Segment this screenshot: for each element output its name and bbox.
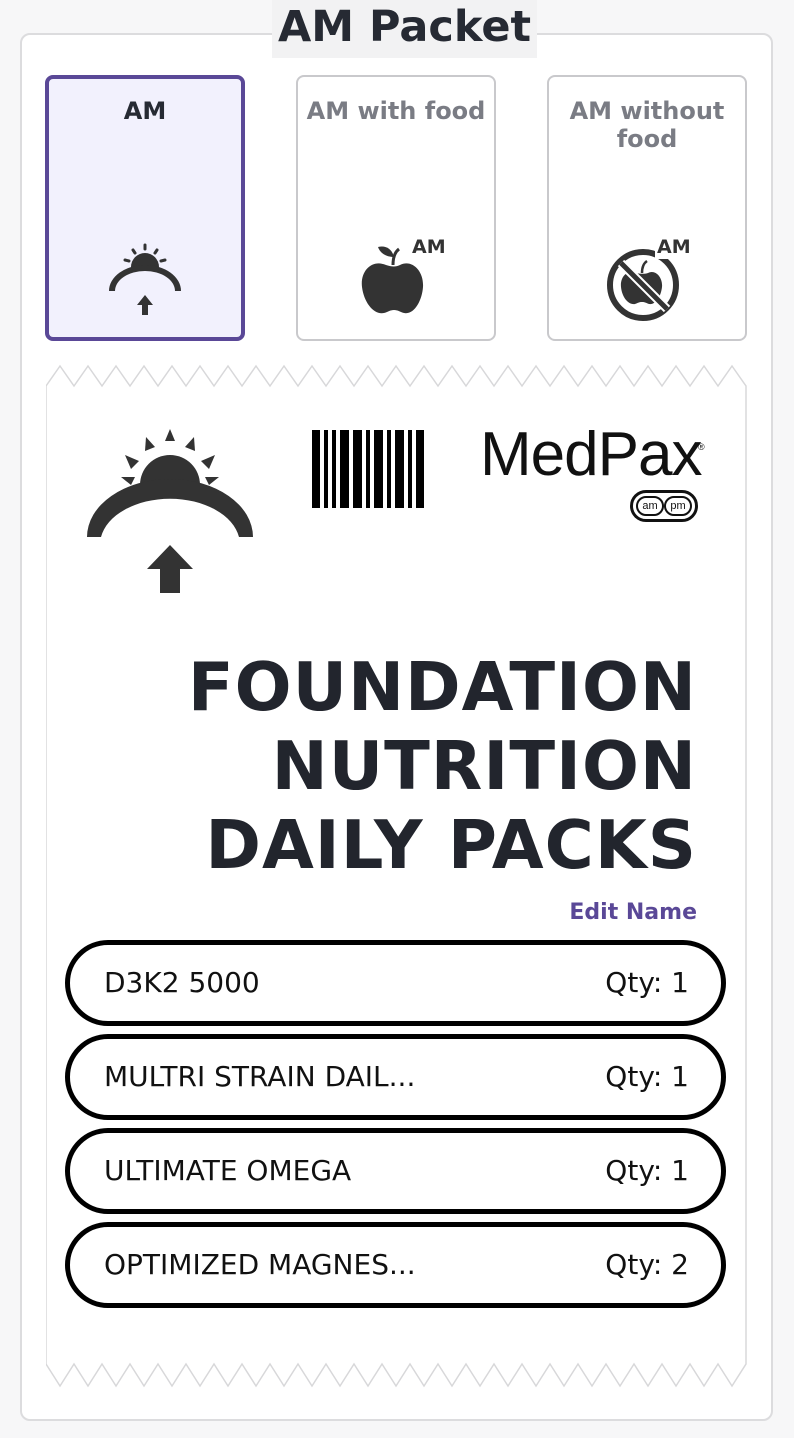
apple-am-icon: AM <box>361 236 446 314</box>
option-am-with-food[interactable]: AM with food AM <box>296 75 496 341</box>
no-apple-am-icon: AM <box>607 235 693 321</box>
supplement-qty: Qty: 1 <box>605 1154 689 1187</box>
medpax-logo: MedPax ® am pm <box>480 418 710 528</box>
barcode-icon <box>312 430 424 508</box>
supplement-qty: Qty: 1 <box>605 1060 689 1093</box>
option-am-with-food-label: AM with food <box>306 97 486 125</box>
pack-title-line-3: DAILY PACKS <box>205 806 697 884</box>
sunrise-large-icon <box>87 429 253 593</box>
supplement-item[interactable]: MULTRI STRAIN DAIL... Qty: 1 <box>65 1034 726 1120</box>
edit-name-link[interactable]: Edit Name <box>569 900 697 925</box>
option-am[interactable]: AM <box>45 75 245 341</box>
pack-title-line-1: FOUNDATION <box>187 648 697 726</box>
pack-title: FOUNDATION NUTRITION DAILY PACKS <box>97 648 697 885</box>
sunrise-icon <box>109 243 181 315</box>
supplement-item[interactable]: ULTIMATE OMEGA Qty: 1 <box>65 1128 726 1214</box>
pill-am-label: am <box>636 496 664 516</box>
supplement-name: D3K2 5000 <box>104 966 260 999</box>
pill-pm-label: pm <box>664 496 692 516</box>
supplement-name: MULTRI STRAIN DAIL... <box>104 1060 416 1093</box>
pack-title-line-2: NUTRITION <box>271 727 697 805</box>
supplement-name: OPTIMIZED MAGNES... <box>104 1248 416 1281</box>
supplement-name: ULTIMATE OMEGA <box>104 1154 352 1187</box>
brand-registered-mark: ® <box>698 442 705 452</box>
am-badge: AM <box>412 236 446 258</box>
am-badge: AM <box>657 236 691 258</box>
option-am-without-food[interactable]: AM without food AM <box>547 75 747 341</box>
option-am-label: AM <box>123 97 167 125</box>
packet-title: AM Packet <box>272 0 538 58</box>
am-pm-pill-icon: am pm <box>630 490 698 522</box>
option-am-without-food-label: AM without food <box>569 97 725 153</box>
supplement-qty: Qty: 2 <box>605 1248 689 1281</box>
supplement-qty: Qty: 1 <box>605 966 689 999</box>
supplement-item[interactable]: D3K2 5000 Qty: 1 <box>65 940 726 1026</box>
supplement-item[interactable]: OPTIMIZED MAGNES... Qty: 2 <box>65 1222 726 1308</box>
brand-name: MedPax <box>480 420 702 489</box>
